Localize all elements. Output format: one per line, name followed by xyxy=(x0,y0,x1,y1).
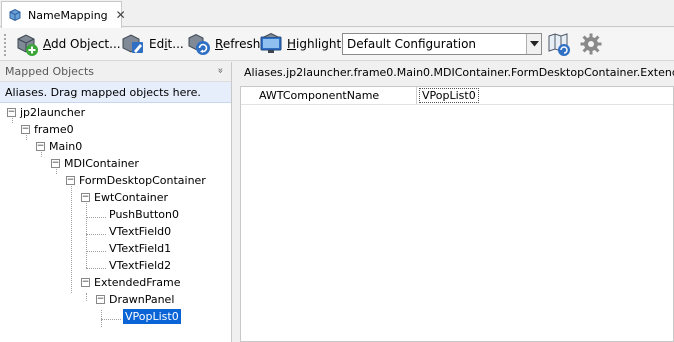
aliases-hint-text: Aliases. Drag mapped objects here. xyxy=(5,85,201,99)
document-tab-strip: NameMapping ✕ xyxy=(0,0,674,28)
namemapping-icon xyxy=(8,8,22,22)
object-path: Aliases.jp2launcher.frame0.Main0.MDICont… xyxy=(244,65,674,79)
mapped-objects-panel: Mapped Objects » Aliases. Drag mapped ob… xyxy=(0,62,232,342)
add-object-button[interactable]: Add Object... xyxy=(14,31,121,57)
property-name: AWTComponentName xyxy=(241,87,417,104)
tree-node-label: frame0 xyxy=(34,123,74,136)
tree-node-vtextfield1[interactable]: VTextField1 xyxy=(109,240,171,257)
tree-node-vpoplist0[interactable]: VPopList0 xyxy=(122,308,182,325)
highlight-label: Highlight xyxy=(287,37,342,51)
tree-node-label: VTextField2 xyxy=(109,259,172,272)
refresh-button[interactable]: Refresh xyxy=(186,31,260,57)
tree-node-jp2launcher[interactable]: − jp2launcher xyxy=(7,104,85,121)
tree-node-extendedframe[interactable]: − ExtendedFrame xyxy=(81,274,181,291)
collapse-toggle-icon[interactable]: − xyxy=(36,142,45,151)
tree-node-label: VTextField0 xyxy=(109,225,172,238)
property-value[interactable]: VPopList0 xyxy=(419,88,479,103)
tree-node-drawnpanel[interactable]: − DrawnPanel xyxy=(96,291,174,308)
tab-namemapping[interactable]: NameMapping ✕ xyxy=(1,1,126,28)
mapped-objects-title: Mapped Objects xyxy=(5,65,94,78)
tree-node-vtextfield0[interactable]: VTextField0 xyxy=(109,223,171,240)
tree-node-frame0[interactable]: − frame0 xyxy=(21,121,74,138)
mapped-objects-header: Mapped Objects » xyxy=(0,62,231,82)
add-object-label: Add Object... xyxy=(43,37,121,51)
tree-node-label: VTextField1 xyxy=(109,242,172,255)
tree-node-label: DrawnPanel xyxy=(109,293,175,306)
tree-node-label: PushButton0 xyxy=(109,208,179,221)
aliases-hint: Aliases. Drag mapped objects here. xyxy=(0,82,231,103)
tree-node-label: VPopList0 xyxy=(122,308,182,325)
configuration-value: Default Configuration xyxy=(347,37,477,51)
collapse-toggle-icon[interactable]: − xyxy=(66,176,75,185)
property-value-cell[interactable]: VPopList0 xyxy=(417,87,673,104)
tree-node-main0[interactable]: − Main0 xyxy=(36,138,82,155)
properties-grid: AWTComponentName VPopList0 xyxy=(240,86,674,342)
highlight-icon xyxy=(258,31,284,57)
edit-label: Edit... xyxy=(149,37,184,51)
toolbar-grip[interactable] xyxy=(4,34,7,56)
toolbar: Add Object... Edit... Refresh Highlight … xyxy=(0,28,674,61)
tree-node-label: Main0 xyxy=(49,140,83,153)
settings-button[interactable] xyxy=(578,31,604,57)
tree-node-label: jp2launcher xyxy=(20,106,86,119)
add-object-icon xyxy=(14,31,40,57)
table-row[interactable]: AWTComponentName VPopList0 xyxy=(241,87,673,105)
tab-label: NameMapping xyxy=(28,8,108,22)
tree-node-formdesktopcontainer[interactable]: − FormDesktopContainer xyxy=(66,172,206,189)
tree-node-pushbutton0[interactable]: PushButton0 xyxy=(109,206,179,223)
tree-node-mdicontainer[interactable]: − MDIContainer xyxy=(51,155,139,172)
collapse-toggle-icon[interactable]: − xyxy=(51,159,60,168)
collapse-toggle-icon[interactable]: − xyxy=(81,193,90,202)
tree-node-label: EwtContainer xyxy=(94,191,169,204)
collapse-icon[interactable]: » xyxy=(214,67,225,73)
map-sync-icon xyxy=(546,31,572,57)
collapse-toggle-icon[interactable]: − xyxy=(96,295,105,304)
collapse-toggle-icon[interactable]: − xyxy=(81,278,90,287)
refresh-label: Refresh xyxy=(215,37,261,51)
chevron-down-icon[interactable] xyxy=(526,34,541,54)
gear-icon xyxy=(578,31,604,57)
tree-node-label: MDIContainer xyxy=(64,157,139,170)
highlight-button[interactable]: Highlight xyxy=(258,31,341,57)
close-icon[interactable]: ✕ xyxy=(116,8,126,22)
collapse-toggle-icon[interactable]: − xyxy=(21,125,30,134)
edit-button[interactable]: Edit... xyxy=(120,31,184,57)
configuration-select[interactable]: Default Configuration xyxy=(342,33,542,55)
configuration-map-button[interactable] xyxy=(546,31,572,57)
tree-node-vtextfield2[interactable]: VTextField2 xyxy=(109,257,171,274)
collapse-toggle-icon[interactable]: − xyxy=(7,108,16,117)
properties-panel: Aliases.jp2launcher.frame0.Main0.MDICont… xyxy=(236,62,674,342)
tree-node-ewtcontainer[interactable]: − EwtContainer xyxy=(81,189,168,206)
tree-node-label: ExtendedFrame xyxy=(94,276,181,289)
tree-node-label: FormDesktopContainer xyxy=(79,174,206,187)
refresh-icon xyxy=(186,31,212,57)
edit-icon xyxy=(120,31,146,57)
